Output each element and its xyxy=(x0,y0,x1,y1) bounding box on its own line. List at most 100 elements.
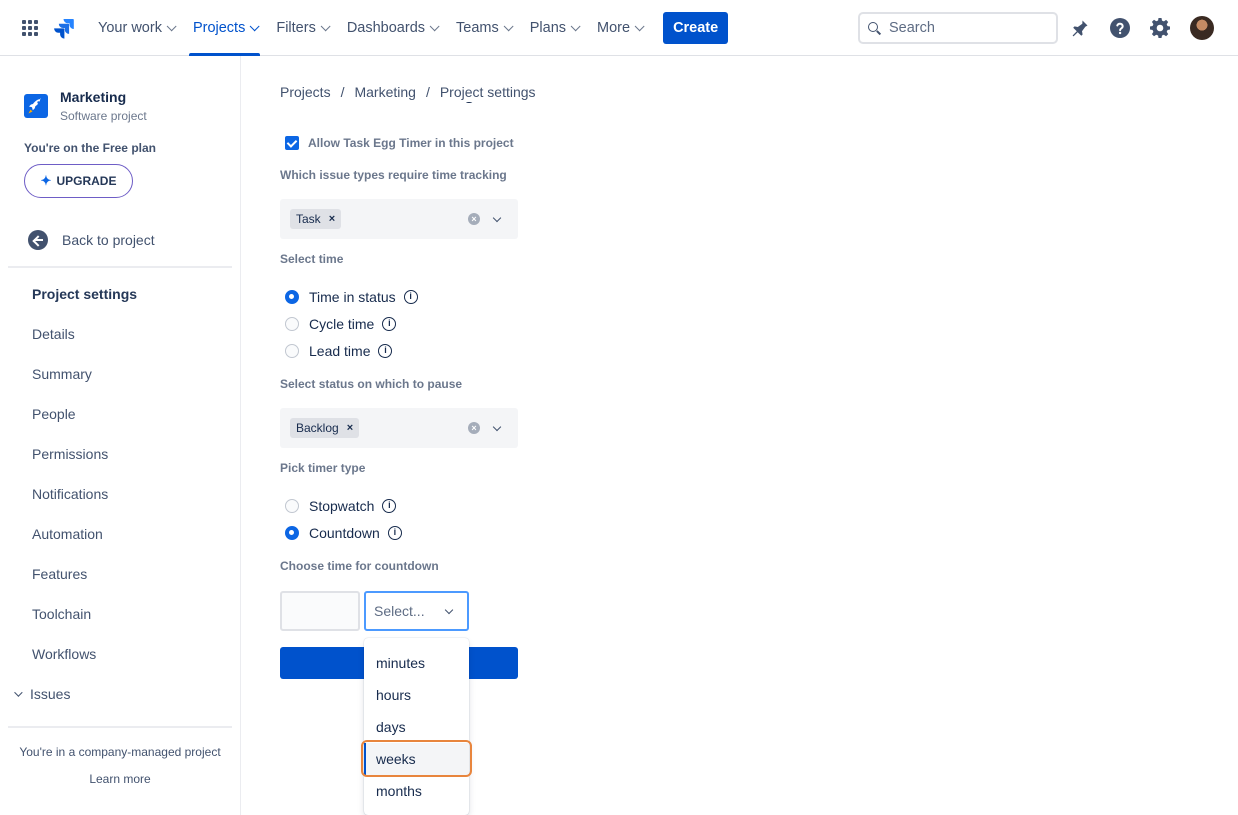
sidebar-item-summary[interactable]: Summary xyxy=(32,366,92,382)
back-label: Back to project xyxy=(62,232,155,248)
radio-button[interactable] xyxy=(285,290,299,304)
sidebar-heading: Project settings xyxy=(32,286,138,302)
learn-more-link[interactable]: Learn more xyxy=(0,772,240,786)
app-switcher-icon[interactable] xyxy=(22,20,38,36)
chevron-down-icon xyxy=(250,20,260,31)
breadcrumb-marketing[interactable]: Marketing xyxy=(354,84,415,102)
countdown-unit-select[interactable]: Select... xyxy=(364,591,469,631)
back-to-project-link[interactable]: Back to project xyxy=(28,230,155,250)
sidebar-item-toolchain[interactable]: Toolchain xyxy=(32,606,91,622)
notifications-icon[interactable] xyxy=(1068,16,1092,40)
nav-plans[interactable]: Plans xyxy=(520,0,587,56)
radio-label: Time in status xyxy=(309,289,396,305)
avatar[interactable] xyxy=(1190,16,1214,40)
chevron-down-icon[interactable] xyxy=(492,422,502,432)
radio-button[interactable] xyxy=(285,526,299,540)
chevron-down-icon xyxy=(320,20,331,31)
select-time-label: Select time xyxy=(280,252,344,266)
nav-teams[interactable]: Teams xyxy=(446,0,520,56)
countdown-amount-input[interactable] xyxy=(280,591,360,631)
sidebar-item-people[interactable]: People xyxy=(32,406,76,422)
nav-filters[interactable]: Filters xyxy=(266,0,336,56)
pause-status-tag: Backlog × xyxy=(290,418,360,438)
chevron-down-icon[interactable] xyxy=(492,213,502,223)
option-months[interactable]: months xyxy=(364,775,469,807)
jira-logo-icon[interactable] xyxy=(52,16,76,40)
radio-button[interactable] xyxy=(285,499,299,513)
issue-types-select[interactable]: Task × × xyxy=(280,199,518,239)
breadcrumb: Projects / Marketing / Project settings xyxy=(280,84,542,102)
radio-cycle-time[interactable]: Cycle time i xyxy=(285,316,397,332)
nav-more[interactable]: More xyxy=(587,0,651,56)
clear-icon[interactable]: × xyxy=(468,213,480,225)
info-icon[interactable]: i xyxy=(382,499,397,513)
remove-tag-icon[interactable]: × xyxy=(329,213,335,225)
breadcrumb-project-settings[interactable]: Project settings xyxy=(440,84,536,102)
radio-time-in-status[interactable]: Time in status i xyxy=(285,289,418,305)
info-icon[interactable]: i xyxy=(403,290,418,304)
top-navigation: Your work Projects Filters Dashboards Te… xyxy=(0,0,1238,56)
rocket-icon xyxy=(24,94,48,118)
nav-dashboards[interactable]: Dashboards xyxy=(337,0,446,56)
radio-button[interactable] xyxy=(285,344,299,358)
sidebar-item-features[interactable]: Features xyxy=(32,566,87,582)
checkbox-checked[interactable] xyxy=(285,136,299,150)
radio-label: Countdown xyxy=(309,525,380,541)
unit-placeholder: Select... xyxy=(374,603,425,619)
sidebar-item-issues[interactable]: Issues xyxy=(14,686,70,702)
sidebar-item-workflows[interactable]: Workflows xyxy=(32,646,96,662)
create-button[interactable]: Create xyxy=(663,12,729,44)
pause-status-select[interactable]: Backlog × × xyxy=(280,408,518,448)
issue-type-tag: Task × xyxy=(290,209,342,229)
sidebar-item-permissions[interactable]: Permissions xyxy=(32,446,108,462)
timer-type-label: Pick timer type xyxy=(280,461,366,475)
upgrade-button[interactable]: ✦ UPGRADE xyxy=(24,164,133,198)
remove-tag-icon[interactable]: × xyxy=(347,422,353,434)
info-icon[interactable]: i xyxy=(387,526,402,540)
unit-dropdown-menu: minutes hours days weeks months xyxy=(364,638,469,815)
chevron-down-icon xyxy=(503,20,514,31)
pause-status-label: Select status on which to pause xyxy=(280,377,463,391)
info-icon[interactable]: i xyxy=(382,317,397,331)
sidebar-divider xyxy=(8,266,232,268)
radio-countdown[interactable]: Countdown i xyxy=(285,525,402,541)
nav-projects[interactable]: Projects xyxy=(183,0,266,56)
allow-egg-timer-label: Allow Task Egg Timer in this project xyxy=(308,136,514,150)
sidebar-item-notifications[interactable]: Notifications xyxy=(32,486,108,502)
radio-button[interactable] xyxy=(285,317,299,331)
arrow-left-icon xyxy=(28,230,48,250)
option-minutes[interactable]: minutes xyxy=(364,647,469,679)
radio-stopwatch[interactable]: Stopwatch i xyxy=(285,498,397,514)
help-icon[interactable] xyxy=(1108,16,1132,40)
sidebar-item-automation[interactable]: Automation xyxy=(32,526,103,542)
countdown-label: Choose time for countdown xyxy=(280,559,439,573)
tag-label: Task xyxy=(296,212,321,226)
search-input[interactable] xyxy=(889,20,1039,36)
tag-label: Backlog xyxy=(296,421,339,435)
option-days[interactable]: days xyxy=(364,711,469,743)
radio-lead-time[interactable]: Lead time i xyxy=(285,343,393,359)
search-icon xyxy=(868,22,880,34)
breadcrumb-separator: / xyxy=(425,84,430,100)
plan-text: You're on the Free plan xyxy=(24,141,156,155)
radio-label: Cycle time xyxy=(309,316,375,332)
breadcrumb-projects[interactable]: Projects xyxy=(280,84,331,102)
breadcrumb-separator: / xyxy=(340,84,345,100)
primary-nav: Your work Projects Filters Dashboards Te… xyxy=(88,0,729,56)
settings-icon[interactable] xyxy=(1148,16,1172,40)
search-box[interactable] xyxy=(858,12,1058,44)
company-managed-text: You're in a company-managed project xyxy=(19,745,221,759)
option-hours[interactable]: hours xyxy=(364,679,469,711)
chevron-down-icon xyxy=(166,20,177,31)
project-name: Marketing xyxy=(60,89,127,105)
sidebar-item-details[interactable]: Details xyxy=(32,326,75,342)
issue-types-label: Which issue types require time tracking xyxy=(280,168,507,182)
info-icon[interactable]: i xyxy=(378,344,393,358)
chevron-down-icon xyxy=(570,20,581,31)
nav-your-work[interactable]: Your work xyxy=(88,0,183,56)
clear-icon[interactable]: × xyxy=(468,422,480,434)
allow-egg-timer-checkbox[interactable]: Allow Task Egg Timer in this project xyxy=(285,136,514,150)
option-weeks[interactable]: weeks xyxy=(364,743,469,775)
sidebar-divider xyxy=(8,726,232,728)
chevron-down-icon xyxy=(634,20,645,31)
